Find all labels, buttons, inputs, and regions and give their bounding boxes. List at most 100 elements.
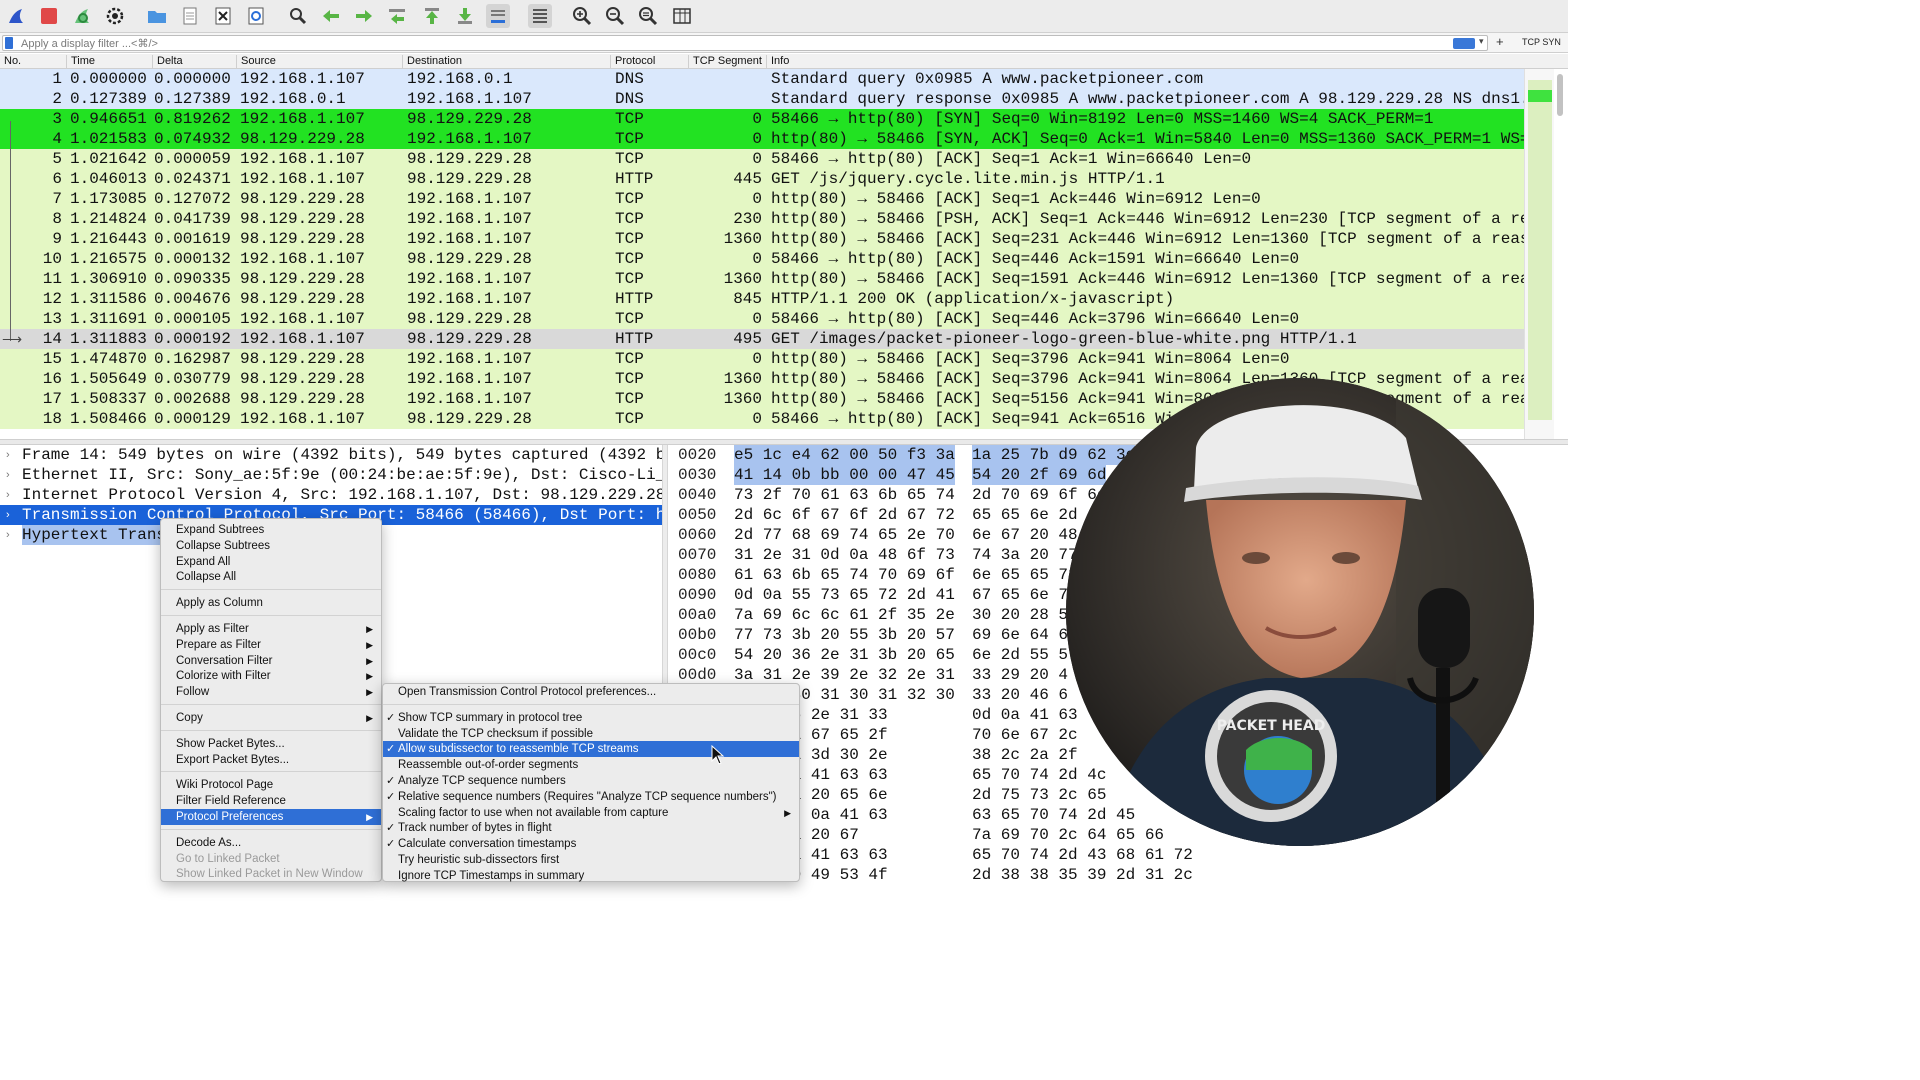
filter-history-dropdown-icon[interactable]: ▾	[1479, 36, 1484, 47]
file-icon[interactable]	[178, 4, 202, 28]
expand-chevron-icon[interactable]: ›	[6, 505, 10, 525]
packet-row[interactable]: 8 1.214824 0.041739 98.129.229.28 192.168.1.…	[0, 209, 1524, 229]
menu-item-expand-all[interactable]: Expand All	[161, 554, 381, 570]
packet-no: 4	[52, 130, 62, 148]
expand-chevron-icon[interactable]: ›	[6, 445, 10, 465]
packet-row[interactable]: 2 0.127389 0.127389 192.168.0.1 192.168.1.10…	[0, 89, 1524, 109]
bookmark-icon[interactable]	[5, 37, 13, 49]
goto-packet-icon[interactable]	[385, 4, 409, 28]
menu-item-show-packet-bytes[interactable]: Show Packet Bytes...	[161, 736, 381, 752]
menu-item-allow-subdissector-to-reassemble-tcp-str[interactable]: ✓ Allow subdissector to reassemble TCP st…	[383, 741, 799, 758]
packet-info: Standard query response 0x0985 A www.pac…	[771, 90, 1524, 108]
menu-item-collapse-subtrees[interactable]: Collapse Subtrees	[161, 538, 381, 554]
search-icon[interactable]	[286, 4, 310, 28]
menu-item-filter-field-reference[interactable]: Filter Field Reference	[161, 793, 381, 809]
forward-arrow-icon[interactable]	[352, 4, 376, 28]
back-arrow-icon[interactable]	[319, 4, 343, 28]
menu-item-expand-subtrees[interactable]: Expand Subtrees	[161, 522, 381, 538]
menu-item-label: Copy	[176, 712, 203, 724]
packet-destination: 192.168.1.107	[407, 290, 532, 308]
menu-item-protocol-preferences[interactable]: Protocol Preferences ▶	[161, 809, 381, 825]
stop-icon[interactable]	[37, 4, 61, 28]
column-header-time[interactable]: Time	[66, 55, 152, 68]
menu-item-calculate-conversation-timestamps[interactable]: ✓ Calculate conversation timestamps	[383, 836, 799, 852]
context-menu: Expand Subtrees Collapse Subtrees Expand A…	[160, 518, 382, 882]
cap-logo-text: PACKET HEAD	[1217, 718, 1326, 734]
packet-row[interactable]: 10 1.216575 0.000132 192.168.1.107 98.129.22…	[0, 249, 1524, 269]
column-header-delta[interactable]: Delta	[152, 55, 236, 68]
packet-row[interactable]: 3 0.946651 0.819262 192.168.1.107 98.129.229…	[0, 109, 1524, 129]
checkmark-icon: ✓	[386, 711, 396, 724]
packet-source: 192.168.0.1	[240, 90, 346, 108]
packet-row[interactable]: 15 1.474870 0.162987 98.129.229.28 192.168.1…	[0, 349, 1524, 369]
detail-tree-item[interactable]: › Internet Protocol Version 4, Src: 192.1…	[0, 485, 662, 505]
menu-item-collapse-all[interactable]: Collapse All	[161, 569, 381, 585]
packet-source: 98.129.229.28	[240, 350, 365, 368]
apply-filter-arrow-icon[interactable]	[1453, 38, 1475, 49]
packet-row[interactable]: 13 1.311691 0.000105 192.168.1.107 98.129.22…	[0, 309, 1524, 329]
autoscroll-icon[interactable]	[486, 4, 510, 28]
menu-item-scaling-factor-to-use-when-not-available[interactable]: Scaling factor to use when not available…	[383, 805, 799, 821]
packet-row[interactable]: 12 1.311586 0.004676 98.129.229.28 192.168.1…	[0, 289, 1524, 309]
menu-item-try-heuristic-sub-dissectors-first[interactable]: Try heuristic sub-dissectors first	[383, 852, 799, 868]
menu-item-ignore-tcp-timestamps-in-summary[interactable]: Ignore TCP Timestamps in summary	[383, 868, 799, 884]
detail-tree-item[interactable]: › Ethernet II, Src: Sony_ae:5f:9e (00:24:…	[0, 465, 662, 485]
packet-delta: 0.000059	[154, 150, 231, 168]
hex-bytes-right: 2d 38 38 35 39 2d 31 2c	[972, 866, 1193, 882]
shark-fin-icon[interactable]	[4, 4, 28, 28]
reload-icon[interactable]	[244, 4, 268, 28]
close-file-icon[interactable]	[211, 4, 235, 28]
menu-item-colorize-with-filter[interactable]: Colorize with Filter ▶	[161, 668, 381, 684]
menu-item-decode-as[interactable]: Decode As...	[161, 835, 381, 851]
menu-item-copy[interactable]: Copy ▶	[161, 710, 381, 726]
packet-row[interactable]: 1 0.000000 0.000000 192.168.1.107 192.168.0.…	[0, 69, 1524, 89]
menu-item-follow[interactable]: Follow ▶	[161, 684, 381, 700]
packet-row[interactable]: 14 1.311883 0.000192 192.168.1.107 98.129.22…	[0, 329, 1524, 349]
packet-row[interactable]: 5 1.021642 0.000059 192.168.1.107 98.129.229…	[0, 149, 1524, 169]
packet-row[interactable]: 7 1.173085 0.127072 98.129.229.28 192.168.1.…	[0, 189, 1524, 209]
menu-item-analyze-tcp-sequence-numbers[interactable]: ✓ Analyze TCP sequence numbers	[383, 773, 799, 789]
menu-item-relative-sequence-numbers-requires-analy[interactable]: ✓ Relative sequence numbers (Requires "An…	[383, 789, 799, 805]
last-packet-icon[interactable]	[453, 4, 477, 28]
packet-no: 10	[42, 250, 62, 268]
column-header-tcp-segment[interactable]: TCP Segment	[688, 55, 766, 68]
resize-columns-icon[interactable]	[670, 4, 694, 28]
packet-row[interactable]: 4 1.021583 0.074932 98.129.229.28 192.168.1.…	[0, 129, 1524, 149]
zoom-normal-icon[interactable]	[636, 4, 660, 28]
detail-tree-item[interactable]: › Frame 14: 549 bytes on wire (4392 bits)…	[0, 445, 662, 465]
expand-chevron-icon[interactable]: ›	[6, 525, 10, 545]
menu-item-track-number-of-bytes-in-flight[interactable]: ✓ Track number of bytes in flight	[383, 820, 799, 836]
menu-item-show-tcp-summary-in-protocol-tree[interactable]: ✓ Show TCP summary in protocol tree	[383, 710, 799, 726]
menu-item-apply-as-column[interactable]: Apply as Column	[161, 595, 381, 611]
menu-item-wiki-protocol-page[interactable]: Wiki Protocol Page	[161, 777, 381, 793]
zoom-in-icon[interactable]	[570, 4, 594, 28]
restart-icon[interactable]	[70, 4, 94, 28]
menu-item-apply-as-filter[interactable]: Apply as Filter ▶	[161, 621, 381, 637]
menu-item-conversation-filter[interactable]: Conversation Filter ▶	[161, 653, 381, 669]
menu-item-prepare-as-filter[interactable]: Prepare as Filter ▶	[161, 637, 381, 653]
colorize-icon[interactable]	[528, 4, 552, 28]
open-folder-icon[interactable]	[145, 4, 169, 28]
first-packet-icon[interactable]	[420, 4, 444, 28]
menu-item-export-packet-bytes[interactable]: Export Packet Bytes...	[161, 752, 381, 768]
filter-button-tcp-syn[interactable]: TCP SYN	[1522, 37, 1561, 47]
column-header-source[interactable]: Source	[236, 55, 402, 68]
options-gear-icon[interactable]	[103, 4, 127, 28]
zoom-out-icon[interactable]	[603, 4, 627, 28]
column-header-info[interactable]: Info	[766, 55, 1526, 68]
expand-chevron-icon[interactable]: ›	[6, 485, 10, 505]
add-filter-button-icon[interactable]: +	[1496, 35, 1504, 49]
column-header-destination[interactable]: Destination	[402, 55, 610, 68]
menu-item-reassemble-out-of-order-segments[interactable]: Reassemble out-of-order segments	[383, 757, 799, 773]
packet-list-scrollbar[interactable]	[1557, 74, 1563, 116]
menu-item-validate-the-tcp-checksum-if-possible[interactable]: Validate the TCP checksum if possible	[383, 726, 799, 742]
packet-row[interactable]: 9 1.216443 0.001619 98.129.229.28 192.168.1.…	[0, 229, 1524, 249]
packet-row[interactable]: 11 1.306910 0.090335 98.129.229.28 192.168.1…	[0, 269, 1524, 289]
display-filter-input[interactable]: Apply a display filter ...<⌘/> ▾	[2, 35, 1488, 51]
column-header-protocol[interactable]: Protocol	[610, 55, 688, 68]
packet-row[interactable]: 6 1.046013 0.024371 192.168.1.107 98.129.229…	[0, 169, 1524, 189]
expand-chevron-icon[interactable]: ›	[6, 465, 10, 485]
intelligent-scrollbar[interactable]	[1528, 80, 1552, 420]
menu-item-open-transmission-control-protocol-prefe[interactable]: Open Transmission Control Protocol prefe…	[383, 684, 799, 700]
column-header-no[interactable]: No.	[0, 55, 66, 68]
